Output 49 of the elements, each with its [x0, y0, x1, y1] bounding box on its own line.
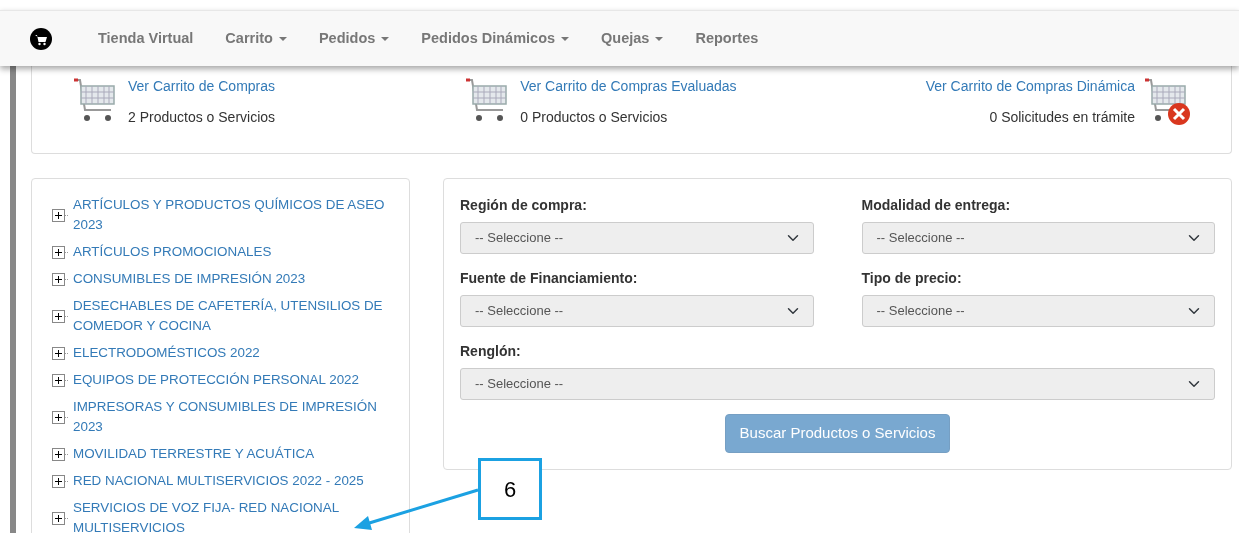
nav-menu-item[interactable]: Pedidos — [302, 27, 406, 50]
expand-icon[interactable] — [52, 447, 69, 461]
category-link[interactable]: ELECTRODOMÉSTICOS 2022 — [73, 343, 260, 363]
category-link[interactable]: RED NACIONAL MULTISERVICIOS 2022 - 2025 — [73, 471, 364, 491]
field-label: Tipo de precio: — [861, 269, 963, 288]
expand-icon[interactable] — [52, 272, 69, 286]
expand-icon[interactable] — [52, 410, 69, 424]
category-link[interactable]: CONSUMIBLES DE IMPRESIÓN 2023 — [73, 269, 306, 289]
select-field[interactable]: -- Seleccione -- — [460, 222, 814, 254]
cart-link[interactable]: Ver Carrito de Compras Evaluadas — [520, 76, 737, 97]
expand-icon[interactable] — [52, 511, 69, 525]
category-link[interactable]: DESECHABLES DE CAFETERÍA, UTENSILIOS DE COMEDOR Y COCINA — [73, 296, 395, 336]
item-count: 0 Solicitudes en trámite — [988, 108, 1135, 127]
field-label: Región de compra: — [460, 196, 588, 215]
category-link[interactable]: EQUIPOS DE PROTECCIÓN PERSONAL 2022 — [73, 370, 359, 390]
expand-icon[interactable] — [52, 474, 69, 488]
expand-icon[interactable] — [52, 373, 69, 387]
nav-menu-item[interactable]: Quejas — [585, 27, 680, 50]
nav-menu-item[interactable]: Tienda Virtual — [82, 27, 210, 50]
field-label: Modalidad de entrega: — [861, 196, 1012, 215]
select-field[interactable]: -- Seleccione -- — [861, 295, 1215, 327]
caret-icon — [381, 36, 390, 41]
expand-icon[interactable] — [52, 346, 69, 360]
field-label: Renglón: — [460, 342, 522, 361]
nav-menu-item[interactable]: Reportes — [679, 27, 775, 50]
item-count: 2 Productos o Servicios — [128, 108, 276, 127]
caret-icon — [561, 36, 570, 41]
expand-icon[interactable] — [52, 245, 69, 259]
category-link[interactable]: ARTÍCULOS PROMOCIONALES — [73, 242, 272, 262]
cart-link[interactable]: Ver Carrito de Compras — [128, 76, 276, 97]
select-field[interactable]: -- Seleccione -- — [460, 368, 1215, 400]
category-link[interactable]: MOVILIDAD TERRESTRE Y ACUÁTICA — [73, 444, 315, 464]
expand-icon[interactable] — [52, 309, 69, 323]
nav-menu-item[interactable]: Pedidos Dinámicos — [405, 27, 586, 50]
caret-icon — [655, 36, 664, 41]
expand-icon[interactable] — [52, 208, 69, 222]
select-field[interactable]: -- Seleccione -- — [460, 295, 814, 327]
cart-error-icon — [1143, 76, 1191, 128]
category-link[interactable]: ARTÍCULOS Y PRODUCTOS QUÍMICOS DE ASEO 2023 — [73, 195, 395, 235]
cart-logo-icon[interactable] — [30, 27, 52, 50]
callout-box: 6 — [478, 458, 542, 520]
select-field[interactable]: -- Seleccione -- — [861, 222, 1215, 254]
nav-menu-item[interactable]: Carrito — [209, 27, 303, 50]
category-link[interactable]: IMPRESORAS Y CONSUMIBLES DE IMPRESIÓN 2023 — [73, 397, 395, 437]
field-label: Fuente de Financiamiento: — [460, 269, 639, 288]
cart-link[interactable]: Ver Carrito de Compras Dinámica — [925, 76, 1135, 97]
caret-icon — [278, 36, 287, 41]
item-count: 0 Productos o Servicios — [520, 108, 669, 127]
category-link[interactable]: SERVICIOS DE VOZ FIJA- RED NACIONAL MULTISERVICIOS — [73, 498, 395, 533]
